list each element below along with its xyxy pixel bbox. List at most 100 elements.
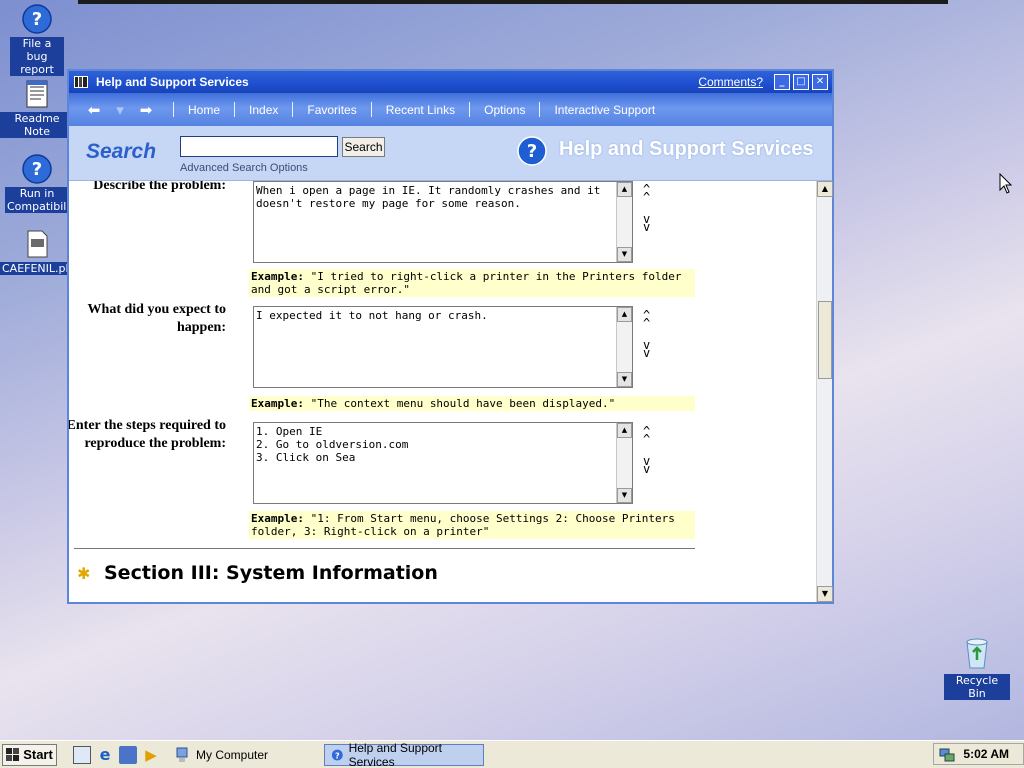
desktop-icon-label: File a bug report (10, 37, 64, 76)
grow-down-icon[interactable]: vv (643, 455, 650, 475)
grow-down-icon[interactable]: vv (643, 213, 650, 233)
nav-options[interactable]: Options (484, 103, 525, 117)
my-computer-icon (176, 747, 188, 762)
scroll-down-icon[interactable]: ▼ (617, 247, 632, 262)
content-scrollbar[interactable]: ▲ ▼ (816, 181, 833, 602)
notepad-icon (26, 80, 48, 108)
back-dropdown-icon[interactable]: ▾ (107, 101, 133, 119)
task-label: My Computer (196, 747, 269, 762)
example-text: "I tried to right-click a printer in the… (251, 270, 682, 296)
scroll-up-icon[interactable]: ▲ (617, 182, 632, 197)
back-arrow-icon[interactable]: ⬅ (81, 101, 107, 119)
network-tray-icon[interactable] (938, 746, 956, 764)
forward-arrow-icon[interactable]: ➡ (133, 101, 159, 119)
task-my-computer[interactable]: My Computer (168, 744, 316, 766)
desktop-icon-recycle-bin[interactable]: Recycle Bin (944, 636, 1010, 700)
search-input[interactable] (180, 136, 338, 157)
nav-recent-links[interactable]: Recent Links (386, 103, 455, 117)
textarea-scrollbar[interactable]: ▲ ▼ (616, 423, 632, 503)
q2-example: Example: "The context menu should have b… (249, 396, 695, 411)
close-button[interactable]: ✕ (812, 74, 828, 90)
grow-down-icon[interactable]: vv (643, 339, 650, 359)
desktop-icon-label: Run in Compatibil... (5, 187, 77, 213)
desktop-icon-readme-note[interactable]: Readme Note (0, 78, 74, 138)
help-icon: ? (331, 749, 343, 760)
example-text: "The context menu should have been displ… (303, 397, 616, 410)
nav-index[interactable]: Index (249, 103, 278, 117)
task-label: Help and Support Services (348, 740, 442, 768)
network-icon[interactable] (119, 745, 137, 764)
scroll-up-icon[interactable]: ▲ (617, 307, 632, 322)
brand-title: Help and Support Services (559, 138, 814, 160)
help-icon: ? (22, 4, 52, 34)
scroll-up-icon[interactable]: ▲ (617, 423, 632, 438)
help-and-support-window: Help and Support Services Comments? _ □ … (67, 69, 834, 604)
taskbar: Start e ▶ My Computer ? Help and Support… (0, 740, 1024, 768)
desktop-icon-caefenil[interactable]: CAEFENIL.ph (0, 228, 75, 275)
minimize-button[interactable]: _ (774, 74, 790, 90)
nav-toolbar: ⬅ ▾ ➡ Home Index Favorites Recent Links … (69, 93, 832, 126)
mouse-cursor-icon (999, 173, 1013, 194)
nav-divider (292, 102, 294, 117)
problem-description-textarea[interactable]: When i open a page in IE. It randomly cr… (253, 181, 633, 263)
window-title: Help and Support Services (96, 75, 249, 89)
q3-label: Enter the steps required to reproduce th… (69, 418, 226, 451)
help-center-icon (74, 76, 88, 88)
advanced-search-link[interactable]: Advanced Search Options (180, 162, 308, 174)
search-button[interactable]: Search (342, 137, 385, 157)
grow-up-icon[interactable]: ^ ^ (643, 309, 650, 329)
svg-text:?: ? (527, 141, 537, 162)
nav-divider (469, 102, 471, 117)
desktop-icon-file-a-bug-report[interactable]: ? File a bug report (0, 3, 74, 76)
maximize-button[interactable]: □ (793, 74, 809, 90)
scroll-down-icon[interactable]: ▼ (617, 488, 632, 503)
q1-example: Example: "I tried to right-click a print… (249, 269, 695, 297)
comments-link[interactable]: Comments? (698, 75, 763, 89)
example-prefix: Example: (251, 512, 304, 525)
grow-up-icon[interactable]: ^ ^ (643, 183, 650, 203)
system-tray: 5:02 AM (933, 743, 1024, 765)
q3-text: 1. Open IE 2. Go to oldversion.com 3. Cl… (256, 425, 409, 464)
search-heading: Search (86, 140, 157, 163)
textarea-scrollbar[interactable]: ▲ ▼ (616, 307, 632, 387)
nav-home[interactable]: Home (188, 103, 220, 117)
help-logo-icon: ? (517, 136, 547, 166)
internet-explorer-icon[interactable]: e (96, 745, 114, 764)
scroll-up-icon[interactable]: ▲ (817, 181, 833, 197)
example-prefix: Example: (251, 270, 304, 283)
q2-text: I expected it to not hang or crash. (256, 309, 488, 322)
media-player-icon[interactable]: ▶ (142, 746, 160, 764)
section-divider (74, 548, 695, 549)
svg-text:?: ? (32, 159, 42, 180)
steps-textarea[interactable]: 1. Open IE 2. Go to oldversion.com 3. Cl… (253, 422, 633, 504)
clock[interactable]: 5:02 AM (963, 747, 1009, 761)
show-desktop-icon[interactable] (73, 745, 91, 764)
window-titlebar[interactable]: Help and Support Services Comments? _ □ … (69, 71, 832, 93)
scroll-down-icon[interactable]: ▼ (617, 372, 632, 387)
textarea-scrollbar[interactable]: ▲ ▼ (616, 182, 632, 262)
task-help-and-support[interactable]: ? Help and Support Services (324, 740, 484, 768)
grow-up-icon[interactable]: ^ ^ (643, 425, 650, 445)
quick-launch: e ▶ (73, 745, 160, 764)
desktop-icon-label: CAEFENIL.ph (0, 262, 75, 275)
recycle-bin-label: Recycle Bin (944, 674, 1010, 700)
q1-text: When i open a page in IE. It randomly cr… (256, 184, 607, 210)
nav-divider (173, 102, 174, 117)
example-prefix: Example: (251, 397, 304, 410)
top-window-edge (78, 0, 948, 4)
nav-divider (539, 102, 541, 117)
desktop-icon-run-in-compatibility[interactable]: ? Run in Compatibil... (0, 153, 77, 213)
star-icon: ✱ (77, 564, 91, 583)
expected-result-textarea[interactable]: I expected it to not hang or crash. ▲ ▼ (253, 306, 633, 388)
nav-interactive-support[interactable]: Interactive Support (554, 103, 655, 117)
nav-favorites[interactable]: Favorites (307, 103, 356, 117)
start-button[interactable]: Start (2, 743, 57, 766)
section-title: Section III: System Information (104, 562, 438, 584)
search-bar: Search Search Advanced Search Options ? … (69, 126, 832, 181)
scroll-down-icon[interactable]: ▼ (817, 586, 833, 602)
scroll-thumb[interactable] (818, 301, 832, 379)
start-label: Start (23, 747, 53, 762)
svg-text:?: ? (32, 9, 42, 30)
q3-example: Example: "1: From Start menu, choose Set… (249, 511, 695, 539)
example-text: "1: From Start menu, choose Settings 2: … (251, 512, 675, 538)
